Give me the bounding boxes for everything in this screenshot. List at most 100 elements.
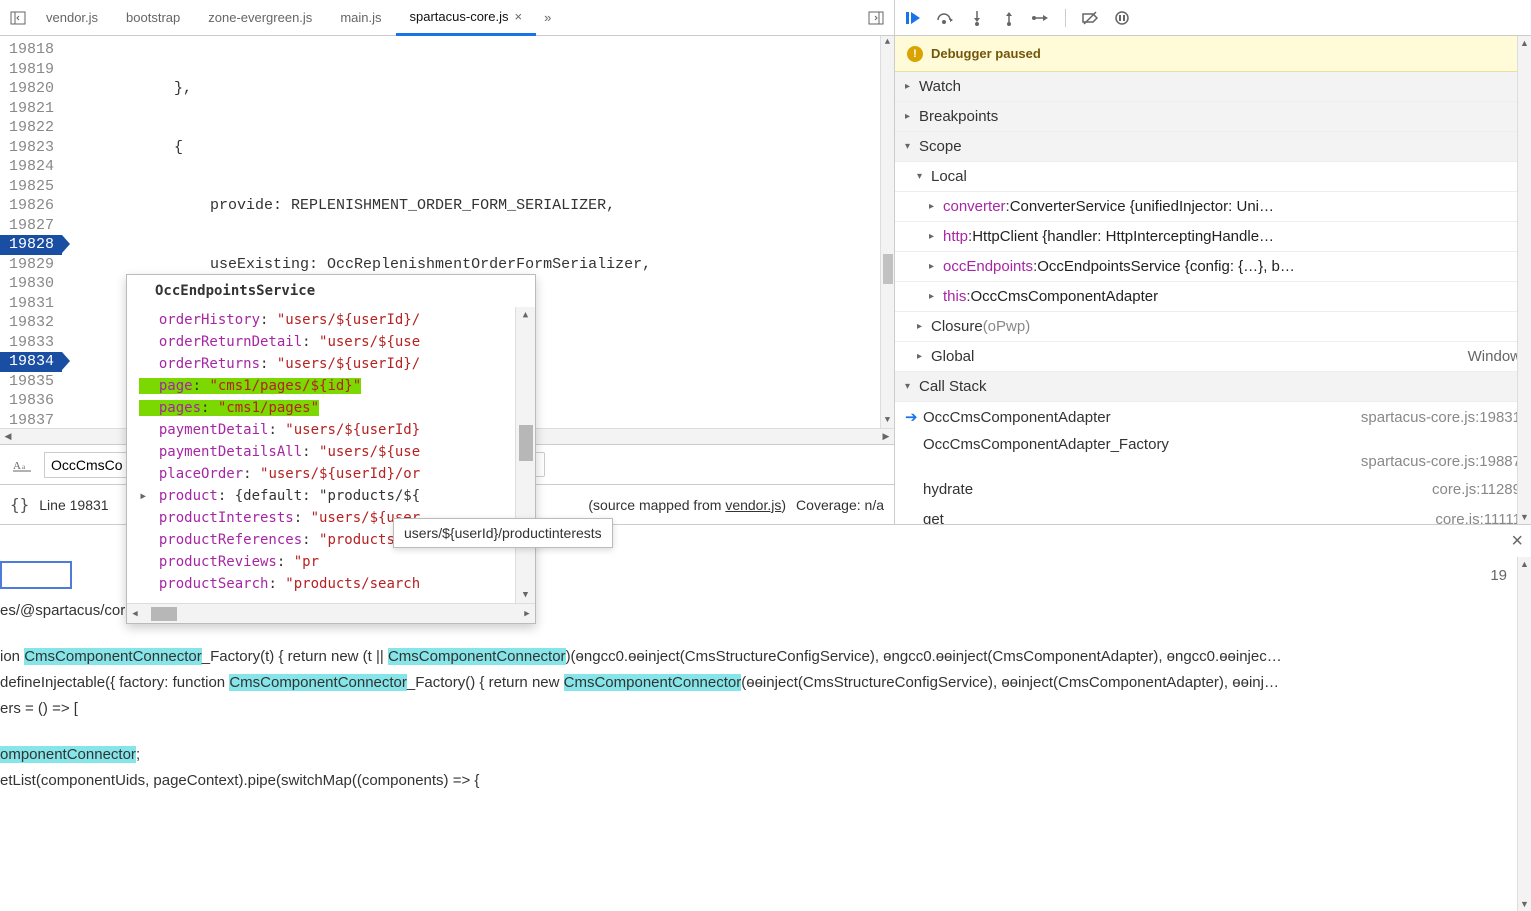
scroll-up-icon[interactable]: ▲: [516, 307, 535, 323]
scroll-down-icon[interactable]: ▼: [1518, 897, 1531, 911]
scroll-down-icon[interactable]: ▼: [1518, 510, 1531, 524]
scope-var[interactable]: ▸converter: ConverterService {unifiedInj…: [895, 192, 1531, 222]
step-out-icon[interactable]: [999, 8, 1019, 28]
step-into-icon[interactable]: [967, 8, 987, 28]
tab-label: spartacus-core.js: [410, 9, 509, 24]
more-panes-icon[interactable]: [862, 4, 890, 32]
scroll-up-icon[interactable]: ▲: [881, 36, 894, 50]
line-gutter[interactable]: 19818 19819 19820 19821 19822 19823 1982…: [0, 36, 62, 428]
scroll-down-icon[interactable]: ▼: [516, 587, 535, 603]
value-tooltip: OccEndpointsService orderHistory: "users…: [126, 274, 536, 624]
line-number: 19825: [0, 177, 62, 197]
tab-overflow-icon[interactable]: »: [536, 10, 559, 25]
scope-var[interactable]: ▸this: OccCmsComponentAdapter: [895, 282, 1531, 312]
line-number: 19827: [0, 216, 62, 236]
search-scope-input[interactable]: [0, 561, 72, 589]
search-results[interactable]: es/@spartacus/core/__ivy_ngcc__/fesm2015…: [0, 594, 1531, 794]
sidebar-toggle-icon[interactable]: [4, 4, 32, 32]
line-number-breakpoint[interactable]: 19828: [0, 235, 62, 255]
result-line[interactable]: ers = () => [: [0, 696, 1531, 722]
scroll-right-icon[interactable]: ▶: [519, 609, 535, 619]
result-line[interactable]: omponentConnector;: [0, 742, 1531, 768]
scroll-thumb[interactable]: [883, 254, 893, 284]
scroll-thumb[interactable]: [151, 607, 177, 621]
editor-vscrollbar[interactable]: ▲ ▼: [880, 36, 894, 428]
tab-spartacus-core[interactable]: spartacus-core.js ×: [396, 0, 537, 36]
debugger-toolbar: [895, 0, 1531, 36]
line-number: 19833: [0, 333, 62, 353]
pause-on-exceptions-icon[interactable]: [1112, 8, 1132, 28]
line-number: 19819: [0, 60, 62, 80]
tab-label: zone-evergreen.js: [208, 10, 312, 25]
resume-icon[interactable]: [903, 8, 923, 28]
line-number: 19830: [0, 274, 62, 294]
tooltip-content[interactable]: orderHistory: "users/${userId}/ orderRet…: [127, 307, 515, 603]
callstack-frame[interactable]: OccCmsComponentAdapter_Factoryspartacus-…: [895, 432, 1531, 474]
scope-var[interactable]: ▸http: HttpClient {handler: HttpIntercep…: [895, 222, 1531, 252]
scope-global[interactable]: ▸GlobalWindow: [895, 342, 1531, 372]
tab-main-js[interactable]: main.js: [326, 0, 395, 36]
warning-icon: !: [907, 46, 923, 62]
code-line: },: [62, 79, 880, 99]
line-number-breakpoint[interactable]: 19834: [0, 352, 62, 372]
scroll-down-icon[interactable]: ▼: [881, 414, 894, 428]
tab-label: bootstrap: [126, 10, 180, 25]
paused-label: Debugger paused: [931, 46, 1041, 61]
callstack-header[interactable]: ▾Call Stack: [895, 372, 1531, 402]
result-line[interactable]: etList(componentUids, pageContext).pipe(…: [0, 768, 1531, 794]
cursor-position: Line 19831: [39, 497, 108, 513]
line-number: 19822: [0, 118, 62, 138]
breakpoints-header[interactable]: ▸Breakpoints: [895, 102, 1531, 132]
scope-closure[interactable]: ▸Closure (oPwp): [895, 312, 1531, 342]
step-icon[interactable]: [1031, 8, 1051, 28]
line-number: 19820: [0, 79, 62, 99]
pretty-print-icon[interactable]: {}: [10, 495, 29, 514]
scope-var[interactable]: ▸occEndpoints: OccEndpointsService {conf…: [895, 252, 1531, 282]
watch-header[interactable]: ▸Watch: [895, 72, 1531, 102]
tab-bootstrap[interactable]: bootstrap: [112, 0, 194, 36]
line-number: 19835: [0, 372, 62, 392]
results-vscrollbar[interactable]: ▲ ▼: [1517, 557, 1531, 911]
tooltip-title: OccEndpointsService: [127, 275, 535, 307]
step-over-icon[interactable]: [935, 8, 955, 28]
line-number: 19821: [0, 99, 62, 119]
line-number: 19832: [0, 313, 62, 333]
tab-vendor-js[interactable]: vendor.js: [32, 0, 112, 36]
line-number: 19824: [0, 157, 62, 177]
hover-tip: users/${userId}/productinterests: [393, 518, 613, 548]
callstack-frame[interactable]: ➔OccCmsComponentAdapterspartacus-core.js…: [895, 402, 1531, 432]
scroll-left-icon[interactable]: ◀: [127, 609, 143, 619]
result-line[interactable]: ion CmsComponentConnector_Factory(t) { r…: [0, 644, 1531, 670]
line-number: 19823: [0, 138, 62, 158]
line-number: 19818: [0, 40, 62, 60]
debugger-vscrollbar[interactable]: ▲ ▼: [1517, 36, 1531, 524]
regex-toggle-icon[interactable]: Aa: [6, 449, 38, 481]
callstack-frame[interactable]: getcore.js:11111: [895, 504, 1531, 524]
svg-text:a: a: [22, 463, 26, 471]
scroll-up-icon[interactable]: ▲: [1518, 557, 1531, 571]
source-map-link[interactable]: vendor.js: [725, 497, 781, 513]
scroll-up-icon[interactable]: ▲: [1518, 36, 1531, 50]
scroll-thumb[interactable]: [519, 425, 533, 461]
source-map-info: (source mapped from vendor.js): [588, 497, 786, 513]
scroll-left-icon[interactable]: ◀: [0, 431, 16, 442]
close-icon[interactable]: ×: [1511, 530, 1523, 553]
editor-tabs: vendor.js bootstrap zone-evergreen.js ma…: [0, 0, 894, 36]
tooltip-vscrollbar[interactable]: ▲ ▼: [515, 307, 535, 603]
result-line[interactable]: defineInjectable({ factory: function Cms…: [0, 670, 1531, 696]
tab-zone-evergreen[interactable]: zone-evergreen.js: [194, 0, 326, 36]
line-number: 19831: [0, 294, 62, 314]
scope-local[interactable]: ▾Local: [895, 162, 1531, 192]
scope-header[interactable]: ▾Scope: [895, 132, 1531, 162]
line-number: 19826: [0, 196, 62, 216]
tooltip-hscrollbar[interactable]: ◀ ▶: [127, 603, 535, 623]
callstack-frame[interactable]: hydratecore.js:11289: [895, 474, 1531, 504]
debugger-sections: ▸Watch ▸Breakpoints ▾Scope ▾Local ▸conve…: [895, 72, 1531, 524]
deactivate-breakpoints-icon[interactable]: [1080, 8, 1100, 28]
debugger-paused-banner: ! Debugger paused: [895, 36, 1531, 72]
line-number: 19837: [0, 411, 62, 429]
code-line: useExisting: OccReplenishmentOrderFormSe…: [62, 255, 880, 275]
line-number: 19836: [0, 391, 62, 411]
close-icon[interactable]: ×: [514, 9, 522, 24]
scroll-right-icon[interactable]: ▶: [878, 431, 894, 442]
